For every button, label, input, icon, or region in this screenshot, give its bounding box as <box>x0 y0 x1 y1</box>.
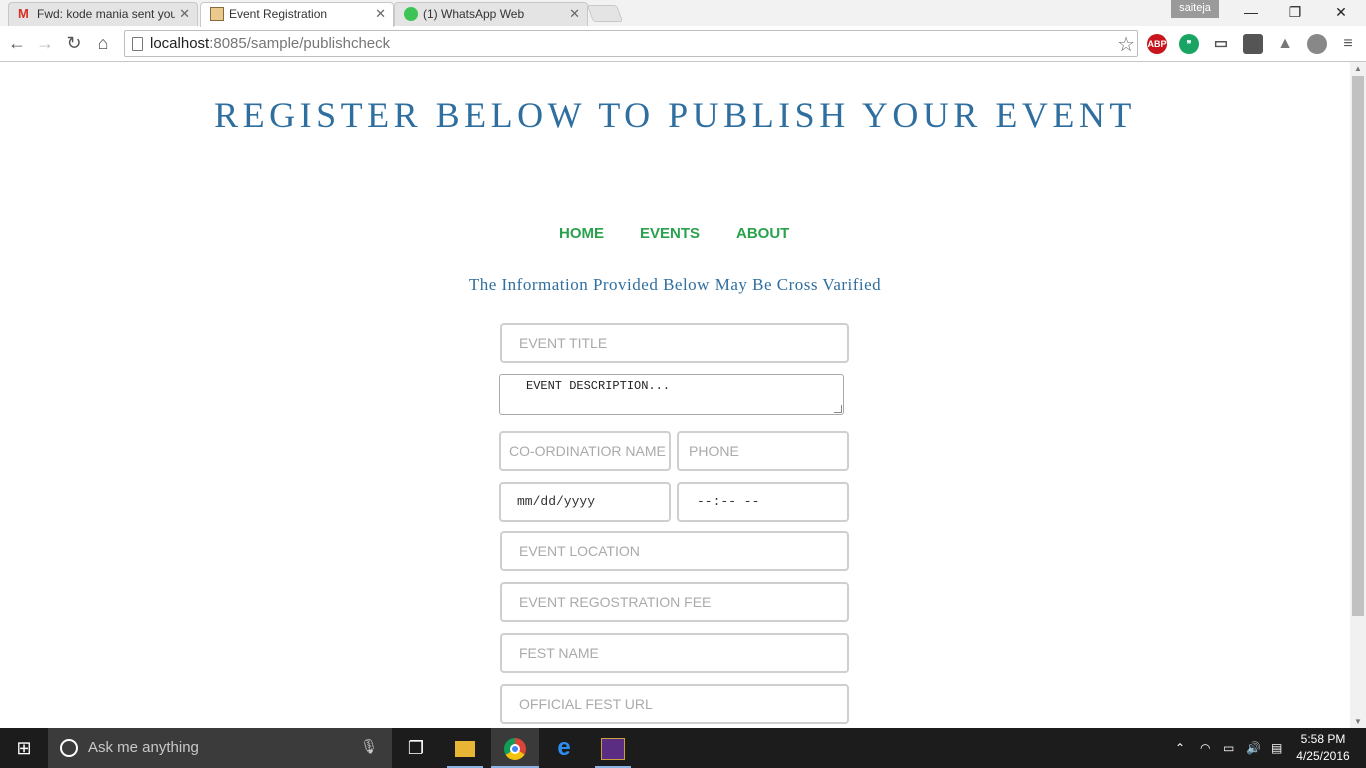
registration-fee-input[interactable]: EVENT REGOSTRATION FEE <box>500 582 849 622</box>
extension-icon[interactable] <box>1243 34 1263 54</box>
scroll-down-icon[interactable]: ▼ <box>1350 717 1366 726</box>
url-text: localhost:8085/sample/publishcheck <box>150 35 391 52</box>
cast-icon[interactable]: ▭ <box>1211 34 1231 54</box>
task-view-icon[interactable]: ❐ <box>392 728 440 768</box>
back-icon[interactable]: ← <box>5 31 29 55</box>
tab-label: Fwd: kode mania sent you <box>37 7 175 21</box>
clock-date: 4/25/2016 <box>1296 749 1350 763</box>
page-scrollbar[interactable]: ▲ ▼ <box>1350 62 1366 728</box>
gmail-icon: M <box>18 6 29 21</box>
page-icon <box>132 37 143 51</box>
whatsapp-icon <box>404 7 418 21</box>
bookmark-star-icon[interactable]: ☆ <box>1117 32 1135 57</box>
page-favicon-icon <box>210 7 224 21</box>
microphone-icon[interactable]: 🎙 <box>360 738 378 755</box>
event-location-input[interactable]: EVENT LOCATION <box>500 531 849 571</box>
page-viewport: REGISTER BELOW TO PUBLISH YOUR EVENT HOM… <box>0 62 1350 728</box>
reload-icon[interactable]: ↻ <box>62 31 86 55</box>
taskbar-clock[interactable]: 5:58 PM 4/25/2016 <box>1292 731 1354 765</box>
tab-label: (1) WhatsApp Web <box>423 7 525 21</box>
minimize-button[interactable]: — <box>1228 0 1274 24</box>
app-icon[interactable] <box>589 728 637 768</box>
drive-icon[interactable]: ▲ <box>1275 34 1295 54</box>
tab-gmail[interactable]: M Fwd: kode mania sent you ✕ <box>8 2 198 26</box>
edge-icon[interactable]: e <box>540 728 588 768</box>
notifications-icon[interactable]: ▤ <box>1271 728 1282 768</box>
cortana-search-box[interactable]: Ask me anything 🎙 <box>48 728 392 768</box>
close-icon[interactable]: ✕ <box>569 3 580 25</box>
close-icon[interactable]: ✕ <box>179 3 190 25</box>
fest-url-input[interactable]: OFFICIAL FEST URL <box>500 684 849 724</box>
restore-button[interactable]: ❐ <box>1272 0 1318 24</box>
new-tab-button[interactable] <box>586 5 624 22</box>
time-input[interactable]: --:-- -- <box>677 482 849 522</box>
scrollbar-thumb[interactable] <box>1352 76 1364 616</box>
volume-icon[interactable]: 🔊 <box>1246 728 1261 768</box>
chrome-icon[interactable] <box>491 728 539 768</box>
scroll-up-icon[interactable]: ▲ <box>1350 64 1366 73</box>
nav-events[interactable]: EVENTS <box>640 225 700 242</box>
page-title: REGISTER BELOW TO PUBLISH YOUR EVENT <box>214 95 1136 135</box>
forward-icon[interactable]: → <box>33 31 57 55</box>
search-placeholder: Ask me anything <box>88 739 199 756</box>
nav-home[interactable]: HOME <box>559 225 604 242</box>
tab-strip: M Fwd: kode mania sent you ✕ Event Regis… <box>0 0 1366 27</box>
profile-badge[interactable]: saiteja <box>1171 0 1219 18</box>
page-subtitle: The Information Provided Below May Be Cr… <box>468 275 882 294</box>
event-title-input[interactable]: EVENT TITLE <box>500 323 849 363</box>
cortana-icon <box>60 739 78 757</box>
windows-start-icon[interactable]: ⊞ <box>0 728 48 768</box>
tab-event-registration[interactable]: Event Registration ✕ <box>200 2 394 27</box>
browser-toolbar: ← → ↻ ⌂ localhost:8085/sample/publishche… <box>0 26 1366 62</box>
show-hidden-icons[interactable]: ⌃ <box>1175 728 1185 768</box>
nav-about[interactable]: ABOUT <box>736 225 789 242</box>
windows-taskbar: ⊞ Ask me anything 🎙 ❐ e ⌃ ◠ ▭ 🔊 ▤ 5:58 P… <box>0 728 1366 768</box>
adblock-icon[interactable]: ABP <box>1147 34 1167 54</box>
file-explorer-icon[interactable] <box>441 728 489 768</box>
event-description-placeholder: EVENT DESCRIPTION... <box>526 379 671 393</box>
address-bar[interactable]: localhost:8085/sample/publishcheck ☆ <box>124 30 1138 57</box>
event-description-textarea[interactable]: EVENT DESCRIPTION... <box>499 374 844 415</box>
coordinator-name-input[interactable]: CO-ORDINATIOR NAME <box>499 431 671 471</box>
close-icon[interactable]: ✕ <box>375 3 386 25</box>
tab-label: Event Registration <box>229 7 328 21</box>
date-input[interactable]: mm/dd/yyyy <box>499 482 671 522</box>
home-icon[interactable]: ⌂ <box>91 31 115 55</box>
menu-icon[interactable]: ≡ <box>1338 34 1358 54</box>
globe-icon[interactable] <box>1307 34 1327 54</box>
wifi-icon[interactable]: ◠ <box>1200 728 1210 768</box>
close-window-button[interactable]: ✕ <box>1318 0 1364 24</box>
hangouts-icon[interactable]: ❞ <box>1179 34 1199 54</box>
phone-input[interactable]: PHONE <box>677 431 849 471</box>
clock-time: 5:58 PM <box>1300 732 1346 746</box>
battery-icon[interactable]: ▭ <box>1223 728 1234 768</box>
fest-name-input[interactable]: FEST NAME <box>500 633 849 673</box>
tab-whatsapp[interactable]: (1) WhatsApp Web ✕ <box>394 2 588 26</box>
resize-handle-icon[interactable] <box>834 405 842 413</box>
